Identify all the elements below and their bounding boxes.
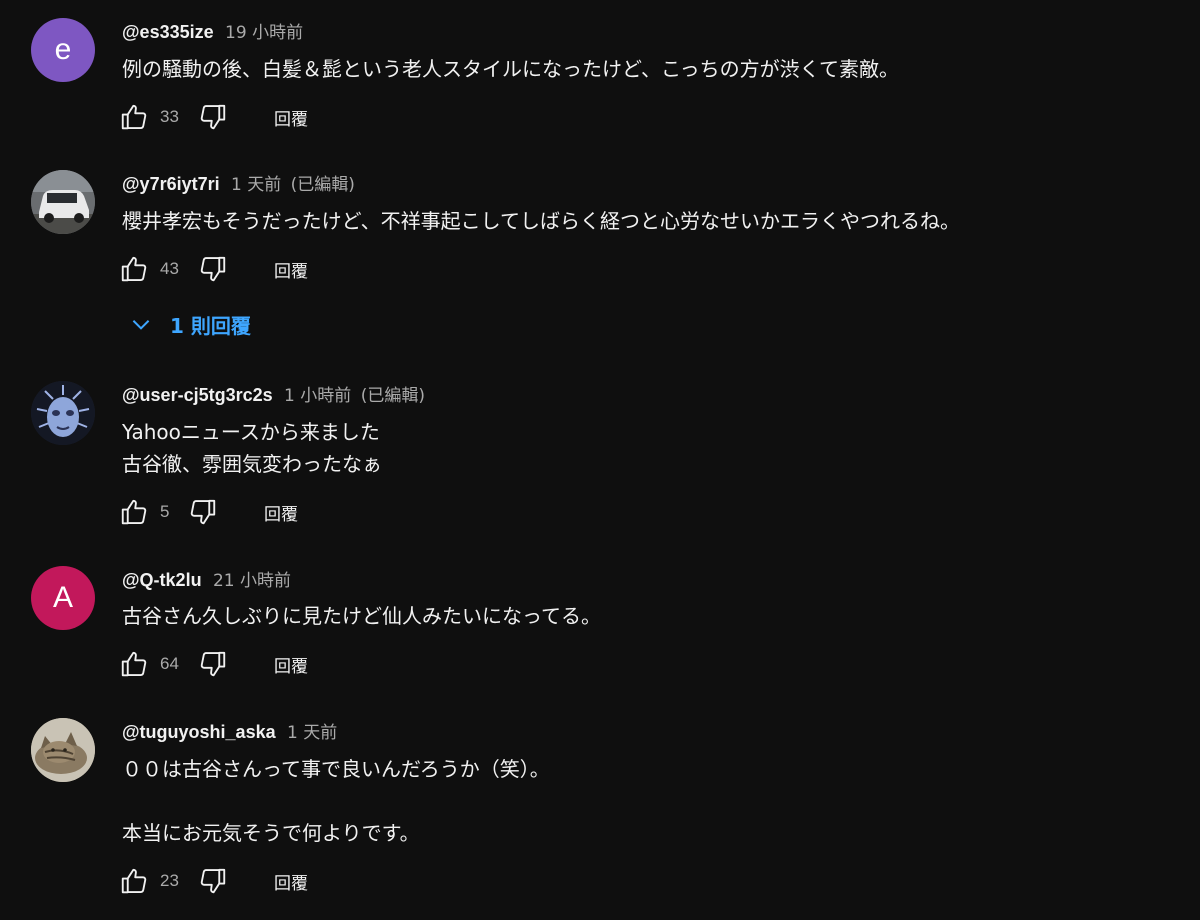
dislike-button[interactable] xyxy=(196,252,230,286)
thumb-up-icon xyxy=(121,651,147,677)
chevron-down-icon xyxy=(124,307,158,341)
author-handle[interactable]: @y7r6iyt7ri xyxy=(122,174,220,194)
like-button[interactable] xyxy=(117,252,151,286)
comment-text: 古谷さん久しぶりに見たけど仙人みたいになってる。 xyxy=(122,604,601,628)
blue-mask-avatar xyxy=(31,381,95,445)
thumb-up-icon xyxy=(121,499,147,525)
comment-header: @tuguyoshi_aska 1 天前 xyxy=(122,721,337,744)
comment-text: 本当にお元気そうで何よりです。 xyxy=(122,821,420,845)
dislike-button[interactable] xyxy=(196,864,230,898)
comment-time[interactable]: 1 小時前 xyxy=(284,386,351,406)
car-photo-avatar xyxy=(31,170,95,234)
comment-time[interactable]: 19 小時前 xyxy=(225,23,303,43)
comment-time[interactable]: 21 小時前 xyxy=(213,571,291,591)
comment-text: 例の騒動の後、白髪＆髭という老人スタイルになったけど、こっちの方が渋くて素敵。 xyxy=(122,57,899,81)
author-handle[interactable]: @tuguyoshi_aska xyxy=(122,722,276,742)
comment-header: @Q-tk2lu 21 小時前 xyxy=(122,569,291,592)
edited-label: (已編輯) xyxy=(360,386,425,406)
comment-actions: 23 回覆 xyxy=(117,864,314,898)
reply-button[interactable]: 回覆 xyxy=(268,648,314,681)
cat-photo-avatar xyxy=(31,718,95,782)
avatar-letter: A xyxy=(52,581,73,614)
comment-actions: 43 回覆 xyxy=(117,252,314,286)
comment-text: ００は古谷さんって事で良いんだろうか（笑）。 xyxy=(122,757,550,781)
replies-count-label: 1 則回覆 xyxy=(170,313,251,338)
author-handle[interactable]: @user-cj5tg3rc2s xyxy=(122,385,273,405)
view-replies-button[interactable]: 1 則回覆 xyxy=(124,307,251,341)
thumb-up-icon xyxy=(121,256,147,282)
comment-actions: 64 回覆 xyxy=(117,647,314,681)
comment-header: @y7r6iyt7ri 1 天前 (已編輯) xyxy=(122,173,355,196)
like-button[interactable] xyxy=(117,495,151,529)
dislike-button[interactable] xyxy=(196,647,230,681)
avatar[interactable] xyxy=(31,718,95,782)
avatar[interactable] xyxy=(31,381,95,445)
thumb-down-icon xyxy=(200,868,226,894)
like-count: 33 xyxy=(160,107,179,126)
comment-time[interactable]: 1 天前 xyxy=(231,175,281,195)
like-count: 43 xyxy=(160,259,179,278)
avatar[interactable]: A xyxy=(31,566,95,630)
like-count: 64 xyxy=(160,654,179,673)
reply-button[interactable]: 回覆 xyxy=(268,865,314,898)
thumb-down-icon xyxy=(200,104,226,130)
avatar-letter: e xyxy=(54,33,72,66)
author-handle[interactable]: @Q-tk2lu xyxy=(122,570,202,590)
dislike-button[interactable] xyxy=(196,100,230,134)
comment-text: 櫻井孝宏もそうだったけど、不祥事起こしてしばらく経つと心労なせいかエラくやつれる… xyxy=(122,209,960,233)
reply-button[interactable]: 回覆 xyxy=(258,496,304,529)
like-count: 5 xyxy=(160,502,170,521)
comment-time[interactable]: 1 天前 xyxy=(287,723,337,743)
thumb-down-icon xyxy=(200,651,226,677)
thumb-down-icon xyxy=(190,499,216,525)
avatar[interactable]: e xyxy=(31,18,95,82)
avatar[interactable] xyxy=(31,170,95,234)
comment-text: Yahooニュースから来ました xyxy=(122,420,380,444)
reply-button[interactable]: 回覆 xyxy=(268,101,314,134)
dislike-button[interactable] xyxy=(186,495,220,529)
comment-actions: 5 回覆 xyxy=(117,495,304,529)
thumb-up-icon xyxy=(121,104,147,130)
comment-actions: 33 回覆 xyxy=(117,100,314,134)
like-button[interactable] xyxy=(117,100,151,134)
like-button[interactable] xyxy=(117,647,151,681)
edited-label: (已編輯) xyxy=(290,175,355,195)
like-button[interactable] xyxy=(117,864,151,898)
comment-header: @user-cj5tg3rc2s 1 小時前 (已編輯) xyxy=(122,384,425,407)
comment-header: @es335ize 19 小時前 xyxy=(122,21,303,44)
thumb-up-icon xyxy=(121,868,147,894)
thumb-down-icon xyxy=(200,256,226,282)
like-count: 23 xyxy=(160,871,179,890)
reply-button[interactable]: 回覆 xyxy=(268,253,314,286)
comment-text: 古谷徹、雰囲気変わったなぁ xyxy=(122,452,382,476)
author-handle[interactable]: @es335ize xyxy=(122,22,214,42)
